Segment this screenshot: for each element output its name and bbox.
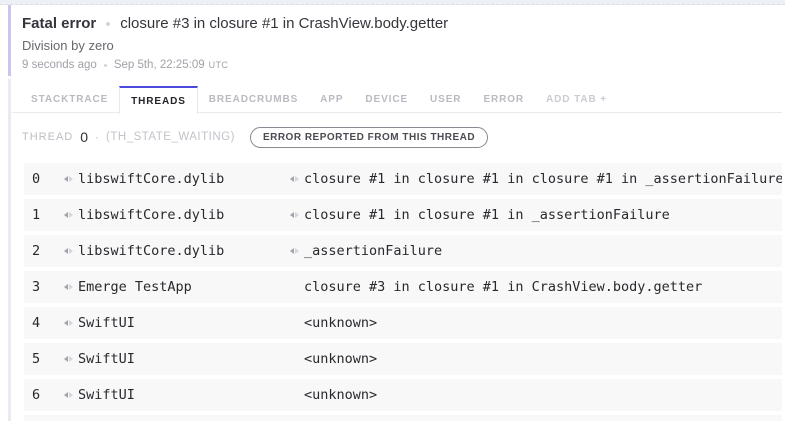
diamond-icon [290,176,299,182]
diamond-icon [290,248,299,254]
frame-function: _assertionFailure [304,243,442,259]
tab-stacktrace[interactable]: STACKTRACE [20,86,119,112]
tab-error[interactable]: ERROR [472,86,535,112]
thread-number: 0 [80,129,88,145]
table-row[interactable]: 2 libswiftCore.dylib _assertionFailure [24,235,782,267]
crash-detail-content: Fatal error closure #3 in closure #1 in … [12,5,782,421]
frame-module: libswiftCore.dylib [78,171,224,187]
frame-function: closure #1 in closure #1 in _assertionFa… [304,207,670,223]
frame-module-cell: libswiftCore.dylib [64,243,290,259]
frame-function: closure #1 in closure #1 in closure #1 i… [304,171,782,187]
timestamp: Sep 5th, 22:25:09 [114,58,205,72]
frame-module-cell: SwiftUI [64,315,290,331]
error-thread-badge: ERROR REPORTED FROM THIS THREAD [250,127,488,148]
frame-module-cell: SwiftUI [64,351,290,367]
thread-info-row: THREAD 0 · (TH_STATE_WAITING) ERROR REPO… [12,126,782,148]
frame-module: libswiftCore.dylib [78,207,224,223]
frame-module-cell: Emerge TestApp [64,279,290,295]
frame-function: <unknown> [304,315,377,331]
timestamp-group: Sep 5th, 22:25:09 UTC [114,58,229,72]
tab-breadcrumbs[interactable]: BREADCRUMBS [198,86,309,112]
tab-add-tab[interactable]: ADD TAB + [535,86,618,112]
frame-module-cell: libswiftCore.dylib [64,207,290,223]
frame-function-cell: closure #1 in closure #1 in closure #1 i… [290,171,782,187]
dot-separator-icon: · [95,130,99,144]
crash-header: Fatal error closure #3 in closure #1 in … [12,5,782,72]
tab-bar: STACKTRACETHREADSBREADCRUMBSAPPDEVICEUSE… [12,86,782,113]
frame-module: SwiftUI [78,315,135,331]
frame-function: <unknown> [304,351,377,367]
frame-module-cell: SwiftUI [64,387,290,403]
crash-title-row: Fatal error closure #3 in closure #1 in … [22,14,782,33]
frame-function-cell: <unknown> [290,315,782,331]
thread-state: (TH_STATE_WAITING) [106,131,235,143]
frame-function-cell: _assertionFailure [290,243,782,259]
frame-function-cell: closure #1 in closure #1 in _assertionFa… [290,207,782,223]
relative-time: 9 seconds ago [22,58,97,72]
stack-frames-table: 0 libswiftCore.dylib closure #1 in closure… [12,163,782,411]
frame-index: 3 [32,279,64,295]
table-row[interactable]: 0 libswiftCore.dylib closure #1 in closure… [24,163,782,195]
diamond-icon [64,392,73,398]
tab-threads[interactable]: THREADS [119,86,198,114]
table-row[interactable]: 6 SwiftUI <unknown> [24,379,782,411]
table-row-partial[interactable] [24,415,782,421]
dot-separator-icon [106,22,110,26]
table-row[interactable]: 4 SwiftUI <unknown> [24,307,782,339]
crash-meta: 9 seconds ago Sep 5th, 22:25:09 UTC [22,58,782,72]
frame-function: closure #3 in closure #1 in CrashView.bo… [304,279,702,295]
frame-index: 1 [32,207,64,223]
crash-report-panel: Fatal error closure #3 in closure #1 in … [0,0,785,421]
body-accent-bar [8,79,11,421]
frame-function-cell: closure #3 in closure #1 in CrashView.bo… [290,279,782,295]
diamond-icon [290,212,299,218]
frame-module: SwiftUI [78,351,135,367]
diamond-icon [64,284,73,290]
timezone: UTC [209,58,229,72]
frame-module-cell: libswiftCore.dylib [64,171,290,187]
frame-function-cell: <unknown> [290,387,782,403]
thread-label: THREAD [22,131,73,143]
frame-module: libswiftCore.dylib [78,243,224,259]
tab-user[interactable]: USER [419,86,472,112]
frame-module: Emerge TestApp [78,279,192,295]
table-row[interactable]: 5 SwiftUI <unknown> [24,343,782,375]
frame-index: 5 [32,351,64,367]
error-type: Fatal error [22,14,96,33]
frame-function-cell: <unknown> [290,351,782,367]
tab-device[interactable]: DEVICE [354,86,419,112]
table-row[interactable]: 3 Emerge TestApp closure #3 in closure #1 … [24,271,782,303]
diamond-icon [64,176,73,182]
error-message: Division by zero [22,38,782,54]
frame-module: SwiftUI [78,387,135,403]
diamond-icon [64,212,73,218]
frame-index: 0 [32,171,64,187]
diamond-icon [64,320,73,326]
frame-index: 2 [32,243,64,259]
diamond-icon [64,356,73,362]
diamond-icon [64,248,73,254]
error-location: closure #3 in closure #1 in CrashView.bo… [120,14,448,33]
table-row[interactable]: 1 libswiftCore.dylib closure #1 in closure… [24,199,782,231]
tab-app[interactable]: APP [309,86,354,112]
frame-index: 4 [32,315,64,331]
header-accent-bar [8,5,11,76]
dot-separator-icon [104,64,107,67]
frame-function: <unknown> [304,387,377,403]
frame-index: 6 [32,387,64,403]
